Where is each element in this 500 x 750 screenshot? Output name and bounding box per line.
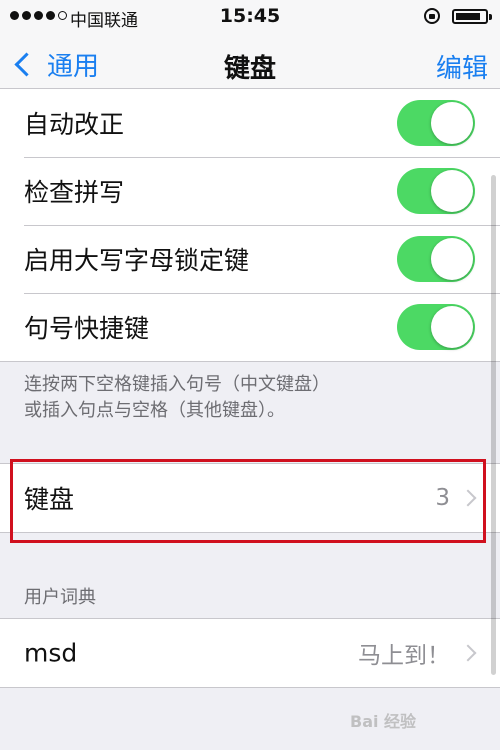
check-spelling-toggle[interactable]	[397, 168, 475, 214]
row-label: 自动改正	[24, 110, 125, 139]
section-header-user-dictionary: 用户词典	[24, 587, 96, 608]
toggle-row-check-spelling: 检查拼写	[0, 157, 500, 225]
toggle-row-period-shortcut: 句号快捷键	[0, 293, 500, 361]
row-label: 检查拼写	[24, 178, 125, 207]
status-bar: 中国联通 15:45	[0, 0, 500, 34]
toggle-knob	[431, 306, 473, 348]
rotation-lock-icon	[424, 8, 440, 24]
caps-lock-toggle[interactable]	[397, 236, 475, 282]
scroll-indicator	[491, 175, 496, 675]
row-label: 句号快捷键	[24, 314, 150, 343]
dictionary-entry-row[interactable]: msd 马上到！	[0, 619, 500, 687]
toggle-knob	[431, 102, 473, 144]
auto-correction-toggle[interactable]	[397, 100, 475, 146]
chevron-right-icon	[459, 644, 477, 662]
edit-button[interactable]: 编辑	[436, 48, 488, 85]
keyboard-options-group: 自动改正 检查拼写 启用大写字母锁定键 句号快捷键	[0, 88, 500, 362]
toggle-knob	[431, 170, 473, 212]
highlight-annotation-box	[10, 459, 486, 543]
row-label: msd	[24, 638, 78, 668]
row-label: 启用大写字母锁定键	[24, 246, 250, 275]
period-shortcut-footnote: 连按两下空格键插入句号（中文键盘） 或插入句点与空格（其他键盘）。	[24, 372, 330, 424]
page-title: 键盘	[223, 54, 276, 84]
user-dictionary-group: msd 马上到！	[0, 618, 500, 688]
period-shortcut-toggle[interactable]	[397, 304, 475, 350]
toggle-row-caps-lock: 启用大写字母锁定键	[0, 225, 500, 293]
dictionary-entry-value: 马上到！	[358, 643, 450, 669]
footnote-line-2: 或插入句点与空格（其他键盘）。	[24, 400, 285, 421]
toggle-knob	[431, 238, 473, 280]
battery-icon	[452, 9, 492, 24]
footnote-line-1: 连按两下空格键插入句号（中文键盘）	[24, 374, 330, 395]
watermark: Bai 经验	[350, 712, 417, 731]
toggle-row-auto-correction: 自动改正	[0, 89, 500, 157]
